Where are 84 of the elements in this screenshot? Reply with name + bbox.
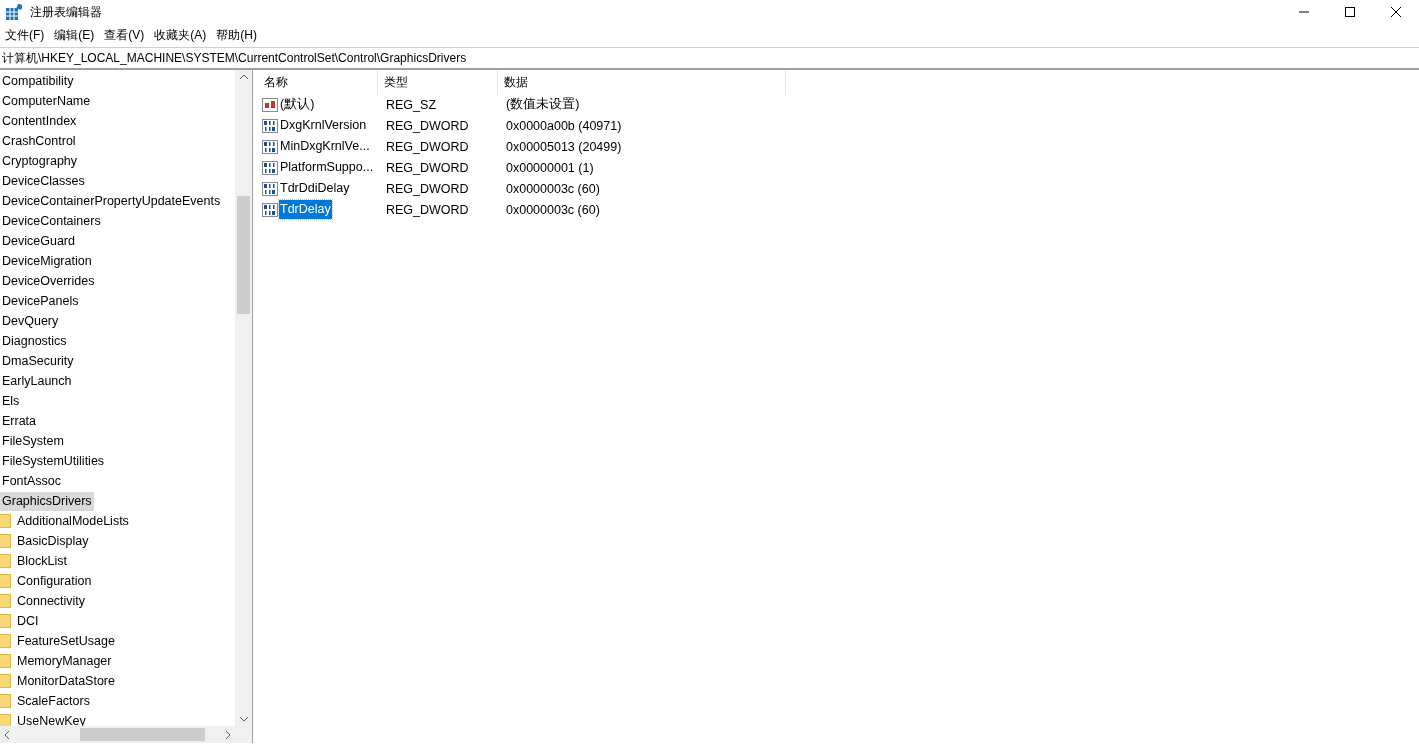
tree-item[interactable]: GraphicsDrivers: [0, 491, 94, 511]
binary-value-icon: [262, 201, 278, 218]
value-type: REG_DWORD: [386, 139, 469, 154]
value-data: (数值未设置): [506, 97, 580, 111]
folder-icon: [0, 554, 11, 568]
value-type: REG_DWORD: [386, 202, 469, 217]
column-header[interactable]: 名称: [258, 70, 378, 94]
window-title: 注册表编辑器: [30, 3, 102, 21]
tree-item[interactable]: BlockList: [15, 551, 70, 571]
value-name[interactable]: PlatformSuppo...: [279, 158, 375, 177]
folder-icon: [0, 514, 11, 528]
address-field[interactable]: 计算机\HKEY_LOCAL_MACHINE\SYSTEM\CurrentControlSet\Control\GraphicsDrivers: [0, 48, 1419, 70]
tree-item[interactable]: DeviceContainers: [0, 211, 103, 231]
binary-value-icon: [262, 159, 278, 176]
value-name[interactable]: (默认): [279, 95, 316, 114]
value-name[interactable]: MinDxgKrnlVe...: [279, 137, 371, 156]
value-type: REG_DWORD: [386, 118, 469, 133]
horizontal-scrollbar[interactable]: [0, 726, 235, 743]
folder-icon: [0, 694, 11, 708]
tree-item[interactable]: ScaleFactors: [15, 691, 92, 711]
registry-icon: [6, 4, 22, 20]
value-data: 0x0000003c (60): [506, 202, 600, 217]
tree-item[interactable]: FileSystem: [0, 431, 66, 451]
tree-item[interactable]: ComputerName: [0, 91, 93, 111]
tree-item[interactable]: DeviceOverrides: [0, 271, 97, 291]
tree-item[interactable]: ContentIndex: [0, 111, 79, 131]
maximize-icon: [1344, 6, 1356, 18]
folder-icon: [0, 714, 11, 726]
folder-icon: [0, 594, 11, 608]
tree-item[interactable]: CrashControl: [0, 131, 78, 151]
close-icon: [1390, 6, 1402, 18]
scrollbar-thumb[interactable]: [237, 196, 250, 314]
tree-item[interactable]: BasicDisplay: [15, 531, 91, 551]
tree-item[interactable]: Errata: [0, 411, 39, 431]
string-value-icon: [262, 96, 278, 113]
tree-item[interactable]: MonitorDataStore: [15, 671, 117, 691]
tree-item[interactable]: AdditionalModeLists: [15, 511, 131, 531]
tree-item[interactable]: DevQuery: [0, 311, 61, 331]
tree-item[interactable]: Diagnostics: [0, 331, 69, 351]
value-name[interactable]: TdrDelay: [279, 200, 332, 219]
tree-item[interactable]: FileSystemUtilities: [0, 451, 107, 471]
folder-icon: [0, 634, 11, 648]
folder-icon: [0, 614, 11, 628]
tree-item[interactable]: DevicePanels: [0, 291, 81, 311]
menu-item[interactable]: 文件(F): [0, 27, 50, 44]
menu-item[interactable]: 收藏夹(A): [149, 27, 212, 44]
tree-item[interactable]: Configuration: [15, 571, 94, 591]
folder-icon: [0, 534, 11, 548]
value-type: REG_DWORD: [386, 181, 469, 196]
folder-icon: [0, 654, 11, 668]
tree-item[interactable]: DeviceClasses: [0, 171, 87, 191]
value-data: 0x00005013 (20499): [506, 139, 622, 154]
folder-icon: [0, 574, 11, 588]
binary-value-icon: [262, 117, 278, 134]
tree-item[interactable]: DeviceContainerPropertyUpdateEvents: [0, 191, 223, 211]
tree-item[interactable]: MemoryManager: [15, 651, 114, 671]
menu-item[interactable]: 查看(V): [99, 27, 150, 44]
vertical-scrollbar[interactable]: [235, 70, 252, 726]
menu-item[interactable]: 帮助(H): [211, 27, 262, 44]
scrollbar-thumb[interactable]: [80, 728, 205, 741]
tree-item[interactable]: Compatibility: [0, 71, 76, 91]
value-type: REG_SZ: [386, 97, 436, 112]
value-name[interactable]: TdrDdiDelay: [279, 179, 351, 198]
tree-item[interactable]: DCI: [15, 611, 41, 631]
tree-item[interactable]: DeviceMigration: [0, 251, 94, 271]
value-data: 0x0000003c (60): [506, 181, 600, 196]
tree-item[interactable]: Els: [0, 391, 22, 411]
menu-item[interactable]: 编辑(E): [49, 27, 100, 44]
tree-item[interactable]: DeviceGuard: [0, 231, 77, 251]
tree-item[interactable]: Connectivity: [15, 591, 88, 611]
tree-item[interactable]: EarlyLaunch: [0, 371, 74, 391]
binary-value-icon: [262, 180, 278, 197]
folder-icon: [0, 674, 11, 688]
tree-item[interactable]: FontAssoc: [0, 471, 64, 491]
value-data: 0x0000a00b (40971): [506, 118, 622, 133]
tree-item[interactable]: Cryptography: [0, 151, 80, 171]
tree-item[interactable]: DmaSecurity: [0, 351, 76, 371]
tree-item[interactable]: FeatureSetUsage: [15, 631, 117, 651]
column-header[interactable]: 类型: [378, 70, 498, 94]
value-name[interactable]: DxgKrnlVersion: [279, 116, 368, 135]
value-type: REG_DWORD: [386, 160, 469, 175]
value-data: 0x00000001 (1): [506, 160, 594, 175]
column-header[interactable]: 数据: [498, 70, 786, 94]
binary-value-icon: [262, 138, 278, 155]
